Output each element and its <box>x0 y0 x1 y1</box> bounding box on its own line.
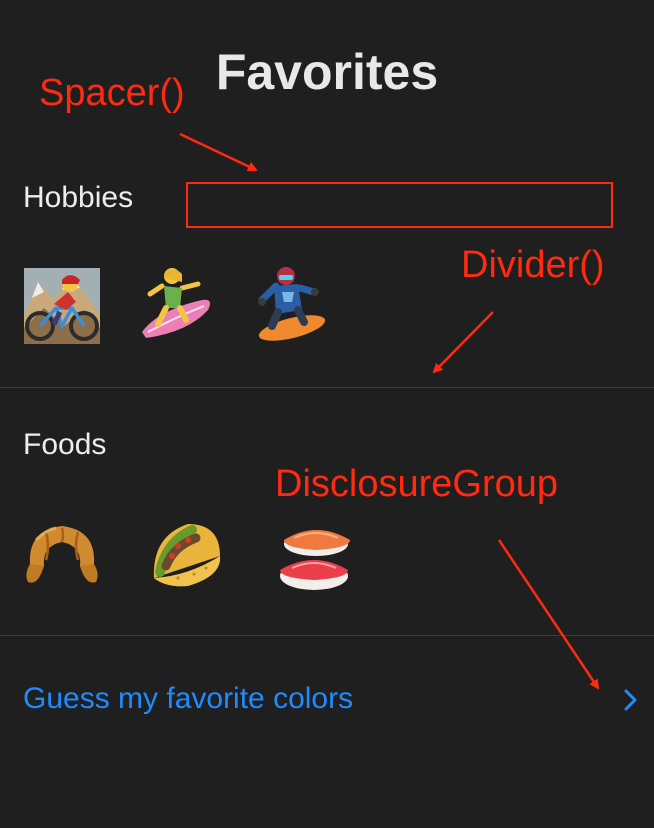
sushi-icon <box>280 530 350 590</box>
arrow-to-spacer <box>179 132 258 172</box>
annotation-divider: Divider() <box>461 244 605 286</box>
chevron-right-icon[interactable] <box>620 687 642 713</box>
snowboarder-icon <box>258 267 326 341</box>
section-divider <box>0 635 654 636</box>
arrow-to-divider <box>432 311 494 374</box>
annotation-spacer: Spacer() <box>39 72 185 114</box>
section-label-foods: Foods <box>23 428 107 461</box>
taco-icon <box>153 524 221 587</box>
disclosure-group-label[interactable]: Guess my favorite colors <box>23 681 353 717</box>
woman-surfing-icon <box>142 268 210 338</box>
disclosure-group-row[interactable]: Guess my favorite colors <box>0 665 654 735</box>
spacer-highlight-box <box>186 182 613 228</box>
section-label-hobbies: Hobbies <box>23 181 134 214</box>
woman-mountain-biking-icon <box>24 268 100 344</box>
annotation-disclosure-group: DisclosureGroup <box>275 463 558 505</box>
section-divider <box>0 387 654 388</box>
croissant-icon <box>26 526 98 583</box>
